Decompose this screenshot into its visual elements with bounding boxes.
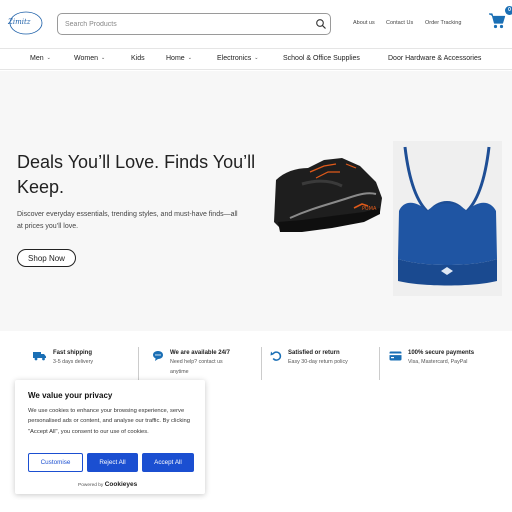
nav-item-women[interactable]: Women ⌄	[74, 55, 105, 62]
svg-text:PUMA: PUMA	[362, 206, 377, 212]
accept-all-button[interactable]: Accept All	[142, 453, 194, 472]
feature-title: We are available 24/7	[170, 350, 230, 356]
nav-label: Women	[74, 55, 98, 62]
cookie-powered-by[interactable]: Powered by Cookieyes	[78, 481, 137, 488]
nav-label: Kids	[131, 55, 145, 62]
shop-now-button[interactable]: Shop Now	[17, 249, 76, 267]
sneaker-image[interactable]: PUMA	[272, 150, 384, 236]
chat-icon	[153, 351, 163, 361]
search-input[interactable]	[65, 18, 305, 31]
chevron-down-icon: ⌄	[46, 55, 51, 61]
cookie-title: We value your privacy	[28, 391, 113, 400]
nav-item-men[interactable]: Men ⌄	[30, 55, 51, 62]
logo-text: Zimitz	[8, 18, 31, 26]
nav-label: Electronics	[217, 55, 252, 62]
sports-bra-graphic	[398, 146, 497, 286]
feature-divider	[261, 347, 262, 380]
site-header: Zimitz About us Contact Us Order Trackin…	[0, 0, 512, 48]
nav-item-electronics[interactable]: Electronics ⌄	[217, 55, 258, 62]
powered-by-label: Powered by	[78, 483, 104, 488]
feature-divider	[379, 347, 380, 380]
nav-item-kids[interactable]: Kids	[131, 55, 145, 62]
sports-bra-image[interactable]	[393, 141, 502, 296]
cookie-consent-banner: We value your privacy We use cookies to …	[15, 380, 205, 494]
page-bottom	[0, 500, 512, 512]
nav-label: Home	[166, 55, 185, 62]
cookieyes-logo: Cookieyes	[104, 481, 138, 488]
return-icon	[270, 351, 282, 361]
feature-title: Fast shipping	[53, 350, 92, 356]
feature-desc: Visa, Mastercard, PayPal	[408, 359, 468, 365]
main-nav: Men ⌄ Women ⌄ Kids Home ⌄ Electronics ⌄ Scho…	[0, 48, 512, 70]
contact-us-link[interactable]: Contact Us	[386, 20, 413, 26]
feature-desc: 3-5 days delivery	[53, 359, 94, 365]
nav-item-home[interactable]: Home ⌄	[166, 55, 192, 62]
nav-label: Door Hardware & Accessories	[388, 55, 482, 62]
chevron-down-icon: ⌄	[187, 55, 192, 61]
reject-all-button[interactable]: Reject All	[87, 453, 138, 472]
about-us-link[interactable]: About us	[353, 20, 375, 26]
chevron-down-icon: ⌄	[254, 55, 259, 61]
search-box	[57, 13, 331, 35]
feature-desc: Need help? contact us anytime	[170, 359, 223, 375]
order-tracking-link[interactable]: Order Tracking	[425, 20, 461, 26]
feature-title: Satisfied or return	[288, 350, 340, 356]
feature-title: 100% secure payments	[408, 350, 475, 356]
cart-count-badge: 0	[505, 6, 512, 15]
feature-desc: Easy 30-day return policy	[288, 359, 348, 365]
nav-item-door-hardware[interactable]: Door Hardware & Accessories	[388, 55, 481, 62]
chevron-down-icon: ⌄	[101, 55, 106, 61]
cookie-text: We use cookies to enhance your browsing …	[28, 408, 190, 435]
hero-subtitle: Discover everyday essentials, trending s…	[17, 211, 238, 230]
cart-icon[interactable]	[488, 12, 506, 30]
customise-button[interactable]: Customise	[28, 453, 83, 472]
truck-icon	[33, 352, 46, 361]
nav-label: Men	[30, 55, 44, 62]
card-icon	[389, 351, 402, 361]
features-strip: Fast shipping 3-5 days delivery We are a…	[0, 339, 512, 385]
search-icon[interactable]	[315, 18, 327, 30]
nav-label: School & Office Supplies	[283, 55, 360, 62]
nav-item-school-office[interactable]: School & Office Supplies	[283, 55, 360, 62]
hero-title: Deals You’ll Love. Finds You’ll Keep.	[17, 152, 256, 197]
feature-divider	[138, 347, 139, 380]
